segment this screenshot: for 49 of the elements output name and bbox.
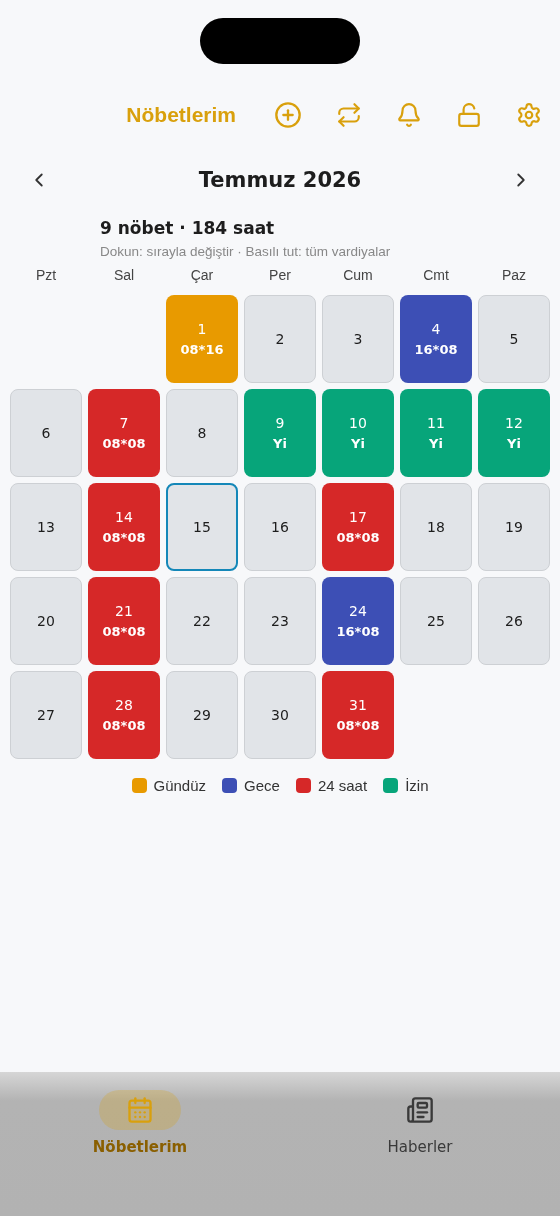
calendar-day[interactable]: 4 16*08	[400, 295, 472, 383]
calendar-day[interactable]: 18	[400, 483, 472, 571]
calendar-day[interactable]: 5	[478, 295, 550, 383]
legend-label: Gece	[244, 777, 280, 794]
month-title: Temmuz 2026	[198, 168, 362, 192]
add-button[interactable]	[274, 101, 302, 129]
calendar-day[interactable]: 30	[244, 671, 316, 759]
calendar-day[interactable]: 26	[478, 577, 550, 665]
calendar-day[interactable]: 20	[10, 577, 82, 665]
calendar-day[interactable]: 8	[166, 389, 238, 477]
calendar-day[interactable]: 28 08*08	[88, 671, 160, 759]
calendar-day[interactable]: 6	[10, 389, 82, 477]
weekday-label: Cmt	[422, 267, 450, 285]
legend-label: 24 saat	[317, 777, 368, 794]
calendar-day[interactable]: 16	[244, 483, 316, 571]
swap-button[interactable]	[336, 102, 362, 128]
newspaper-icon	[406, 1096, 434, 1124]
calendar-day[interactable]: 2	[244, 295, 316, 383]
settings-button[interactable]	[516, 102, 542, 128]
calendar-day[interactable]: 25	[400, 577, 472, 665]
weekday-label: Çar	[189, 267, 215, 285]
weekday-label: Cum	[342, 267, 374, 285]
weekday-label: Paz	[500, 267, 528, 285]
calendar-day[interactable]: 22	[166, 577, 238, 665]
calendar-day[interactable]: 21 08*08	[88, 577, 160, 665]
calendar-day[interactable]: 17 08*08	[322, 483, 394, 571]
calendar-icon	[126, 1096, 154, 1124]
unlock-button[interactable]	[456, 102, 482, 128]
calendar-day[interactable]: 13	[10, 483, 82, 571]
notifications-button[interactable]	[396, 102, 422, 128]
calendar-day[interactable]: 3	[322, 295, 394, 383]
nav-tab[interactable]: Haberler	[340, 1090, 500, 1216]
weekday-label: Per	[268, 267, 292, 285]
weekday-label: Sal	[112, 267, 136, 285]
calendar-day[interactable]: 31 08*08	[322, 671, 394, 759]
calendar-day[interactable]: 15	[166, 483, 238, 571]
weekday-label: Pzt	[34, 267, 58, 285]
legend-label: İzin	[405, 777, 429, 794]
page-title: Nöbetlerim	[126, 103, 236, 127]
month-summary: 9 nöbet · 184 saat	[99, 218, 276, 238]
calendar-day[interactable]: 23	[244, 577, 316, 665]
calendar-day[interactable]: 14 08*08	[88, 483, 160, 571]
usage-hint: Dokun: sırayla değiştir · Basılı tut: tüm vardiyalar	[99, 244, 392, 259]
calendar-day[interactable]: 19	[478, 483, 550, 571]
calendar-day[interactable]: 29	[166, 671, 238, 759]
calendar-day[interactable]: 24 16*08	[322, 577, 394, 665]
calendar-day[interactable]: 27	[10, 671, 82, 759]
legend-label: Gündüz	[153, 777, 207, 794]
calendar-day[interactable]: 7 08*08	[88, 389, 160, 477]
